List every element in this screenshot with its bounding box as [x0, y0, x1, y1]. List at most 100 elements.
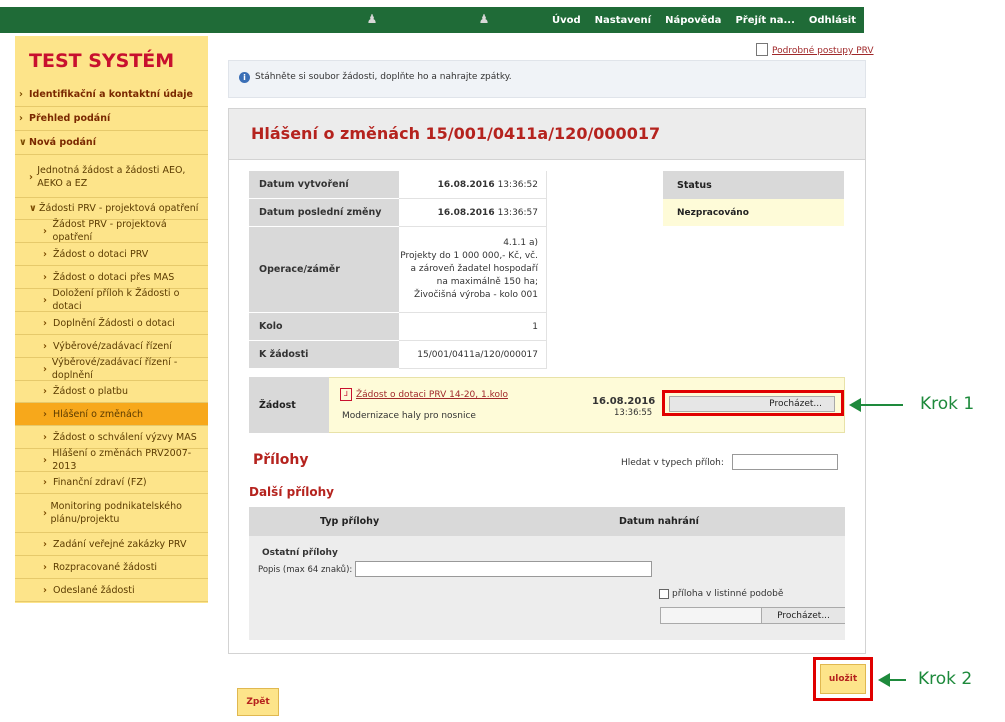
sidebar-item-label: Identifikační a kontaktní údaje — [29, 89, 193, 100]
sidebar-item[interactable]: › Přehled podání — [15, 107, 208, 131]
chevron-right-icon: › — [43, 538, 47, 550]
nav-help[interactable]: Nápověda — [665, 15, 721, 26]
attachment-category: Ostatní přílohy — [262, 548, 338, 558]
sidebar-item-label: Výběrové/zadávací řízení - doplnění — [51, 357, 178, 381]
step1-arrow — [849, 398, 903, 412]
sidebar-item[interactable]: › Identifikační a kontaktní údaje — [15, 83, 208, 107]
changed-label: Datum poslední změny — [249, 199, 399, 227]
round-value: 1 — [399, 313, 547, 341]
nav-settings[interactable]: Nastavení — [595, 15, 651, 26]
application-date: 16.08.2016 — [592, 396, 656, 407]
brand-title: TEST SYSTÉM — [29, 50, 175, 72]
application-description: Modernizace haly pro nosnice — [342, 411, 476, 421]
changed-date: 16.08.2016 — [437, 207, 495, 218]
sidebar-item[interactable]: › Monitoring podnikatelského plánu/projek… — [15, 494, 208, 533]
attachment-desc-input[interactable] — [355, 561, 652, 577]
info-icon: i — [239, 72, 250, 83]
sidebar-item[interactable]: › Žádost o platbu — [15, 381, 208, 403]
chevron-right-icon: › — [43, 454, 47, 466]
application-file-link[interactable]: ⅃ Žádost o dotaci PRV 14-20, 1.kolo — [340, 388, 508, 401]
info-text: Stáhněte si soubor žádosti, doplňte ho a… — [255, 72, 512, 82]
sidebar-item[interactable]: › Odeslané žádosti — [15, 579, 208, 602]
operation-line: Projekty do 1 000 000,- Kč, vč. — [400, 251, 538, 261]
sidebar-item-label: Doplnění Žádosti o dotaci — [53, 317, 175, 329]
application-time: 13:36:55 — [614, 408, 653, 418]
user-icon[interactable]: ♟ — [476, 11, 492, 27]
sidebar-item-label: Rozpracované žádosti — [53, 561, 158, 573]
sidebar-item[interactable]: › Hlášení o změnách — [15, 403, 208, 426]
chevron-right-icon: › — [19, 113, 23, 124]
sidebar-item[interactable]: › Hlášení o změnách PRV2007-2013 — [15, 448, 208, 472]
status-label: Status — [663, 171, 844, 199]
attachments-table-body — [249, 536, 845, 640]
info-message: i Stáhněte si soubor žádosti, doplňte ho… — [228, 60, 866, 98]
sidebar-item[interactable]: › Zadání veřejné zakázky PRV — [15, 533, 208, 556]
save-button[interactable]: uložit — [820, 664, 866, 694]
sidebar-item[interactable]: ∨ Nová podání — [15, 131, 208, 155]
chevron-right-icon: › — [43, 340, 47, 352]
attachment-search-input[interactable] — [732, 454, 838, 470]
paper-attachment-checkbox[interactable] — [659, 589, 669, 599]
sidebar-item[interactable]: › Žádost o schválení výzvy MAS — [15, 426, 208, 449]
sidebar-item-label: Zadání veřejné zakázky PRV — [53, 538, 187, 550]
created-time: 13:36:52 — [497, 179, 538, 190]
sidebar-item[interactable]: › Výběrové/zadávací řízení — [15, 335, 208, 358]
sidebar-item[interactable]: › Žádost PRV - projektová opatření — [15, 219, 208, 243]
nav-goto[interactable]: Přejít na... — [735, 15, 794, 26]
paper-attachment-label: příloha v listinné podobě — [672, 589, 784, 599]
attachment-browse-button[interactable]: Procházet... — [761, 608, 845, 623]
nav-home[interactable]: Úvod — [552, 15, 581, 26]
sidebar-item[interactable]: › Žádost o dotaci PRV — [15, 243, 208, 266]
chevron-right-icon: › — [43, 477, 47, 488]
attachments-title: Přílohy — [253, 452, 309, 468]
panel-header: Hlášení o změnách 15/001/0411a/120/00001… — [229, 109, 865, 160]
sidebar-item[interactable]: › Rozpracované žádosti — [15, 556, 208, 579]
operation-line: 4.1.1 a) — [503, 238, 538, 248]
chevron-right-icon: › — [43, 248, 47, 260]
nav-logout[interactable]: Odhlásit — [809, 15, 856, 26]
sidebar-item-label: Hlášení o změnách PRV2007-2013 — [52, 448, 192, 472]
chevron-right-icon: › — [43, 225, 47, 237]
sidebar-item-label: Jednotná žádost a žádosti AEO, AEKO a EZ — [37, 165, 186, 189]
sidebar-item[interactable]: › Doložení příloh k Žádosti o dotaci — [15, 288, 208, 312]
step2-label: Krok 2 — [918, 669, 973, 689]
chevron-right-icon: › — [43, 271, 47, 283]
step1-label: Krok 1 — [920, 394, 975, 414]
chevron-right-icon: › — [43, 584, 47, 596]
chevron-right-icon: › — [43, 431, 47, 443]
chevron-down-icon: ∨ — [29, 203, 37, 214]
col-upload-date: Datum nahrání — [619, 516, 699, 527]
sidebar-item[interactable]: › Finanční zdraví (FZ) — [15, 472, 208, 494]
other-attachments-title: Další přílohy — [249, 485, 334, 499]
chevron-right-icon: › — [43, 408, 47, 420]
operation-line: a zároveň žadatel hospodaří — [410, 264, 539, 274]
sidebar-item-label: Nová podání — [29, 137, 96, 148]
attachment-desc-label: Popis (max 64 znaků): — [258, 565, 353, 575]
operation-line: Živočišná výroba - kolo 001 — [413, 290, 538, 300]
sidebar-item-label: Přehled podání — [29, 113, 111, 124]
application-browse-button[interactable]: Procházet... — [669, 396, 835, 412]
created-date: 16.08.2016 — [437, 179, 495, 190]
chevron-right-icon: › — [43, 507, 47, 519]
operation-value: 4.1.1 a) Projekty do 1 000 000,- Kč, vč.… — [399, 227, 547, 313]
request-value: 15/001/0411a/120/000017 — [399, 341, 547, 369]
sidebar-item[interactable]: › Jednotná žádost a žádosti AEO, AEKO a E… — [15, 157, 208, 198]
sidebar-item[interactable]: › Výběrové/zadávací řízení - doplnění — [15, 357, 208, 381]
sidebar-item[interactable]: › Doplnění Žádosti o dotaci — [15, 312, 208, 335]
page-title: Hlášení o změnách 15/001/0411a/120/00001… — [251, 124, 661, 143]
sidebar-item-label: Žádost o dotaci přes MAS — [53, 271, 175, 283]
status-badge: Nezpracováno — [663, 199, 844, 226]
sidebar-item-label: Žádost PRV - projektová opatření — [52, 219, 167, 243]
sidebar-item[interactable]: ∨ Žádosti PRV - projektová opatření — [15, 198, 208, 220]
operation-line: na maximálně 150 ha; — [436, 277, 538, 287]
user-icon[interactable]: ♟ — [364, 11, 380, 27]
chevron-right-icon: › — [43, 561, 47, 573]
chevron-right-icon: › — [43, 386, 47, 397]
sidebar-item[interactable]: › Žádost o dotaci přes MAS — [15, 266, 208, 289]
sidebar-item-label: Žádost o platbu — [53, 386, 128, 397]
procedures-link[interactable]: Podrobné postupy PRV — [756, 43, 874, 57]
chevron-right-icon: › — [43, 294, 47, 306]
back-button[interactable]: Zpět — [237, 688, 279, 716]
chevron-right-icon: › — [43, 363, 47, 375]
procedures-link-label: Podrobné postupy PRV — [772, 46, 874, 56]
